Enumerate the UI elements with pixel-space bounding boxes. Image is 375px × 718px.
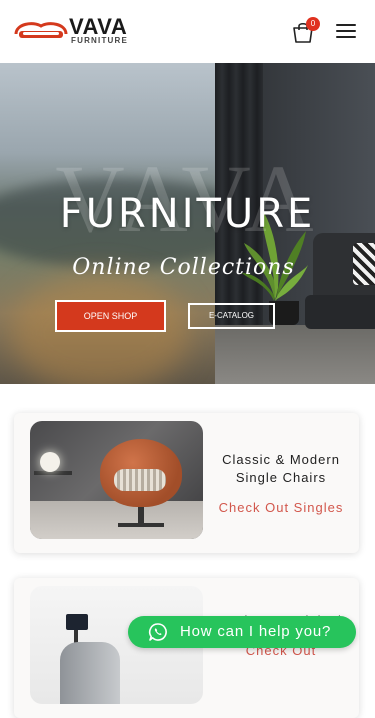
product-card-massage[interactable]: Modern & Original Check Out — [14, 578, 359, 718]
menu-line — [336, 36, 356, 38]
menu-line — [336, 30, 356, 32]
logo-wordmark: VAVA — [69, 14, 128, 39]
whatsapp-icon — [148, 623, 167, 641]
lamp-shape — [40, 452, 60, 472]
floor-shape — [215, 325, 375, 384]
logo[interactable]: VAVA FURNITURE — [13, 14, 128, 48]
hero-subtitle: Online Collections — [72, 255, 295, 280]
sofa-seat-shape — [305, 295, 375, 329]
open-shop-button[interactable]: OPEN SHOP — [55, 300, 166, 332]
product-card-text: Classic & Modern Single Chairs Check Out… — [213, 451, 349, 515]
cart-count-badge: 0 — [306, 17, 320, 31]
logo-subtext: FURNITURE — [71, 36, 129, 45]
site-header: VAVA FURNITURE 0 — [0, 0, 375, 63]
remote-screen-shape — [66, 614, 88, 630]
hero-banner: VAVA FURNITURE Online Collections OPEN S… — [0, 63, 375, 384]
whatsapp-chat-button[interactable]: How can I help you? — [128, 616, 356, 648]
side-table-shape — [34, 471, 72, 475]
massage-chair-shape — [60, 642, 120, 704]
menu-line — [336, 24, 356, 26]
chair-base-shape — [118, 523, 164, 527]
hero-title: FURNITURE — [59, 191, 316, 237]
product-title: Classic & Modern Single Chairs — [222, 452, 340, 485]
e-catalog-button[interactable]: E-CATALOG — [188, 303, 275, 329]
hamburger-menu-icon[interactable] — [336, 24, 356, 40]
logo-icon — [14, 22, 68, 38]
cushion-shape — [114, 469, 166, 491]
product-card-singles[interactable]: Classic & Modern Single Chairs Check Out… — [14, 413, 359, 553]
chat-label: How can I help you? — [180, 623, 332, 640]
product-link[interactable]: Check Out Singles — [213, 500, 349, 515]
single-chair-image — [30, 421, 203, 539]
floor-shape — [30, 501, 203, 539]
